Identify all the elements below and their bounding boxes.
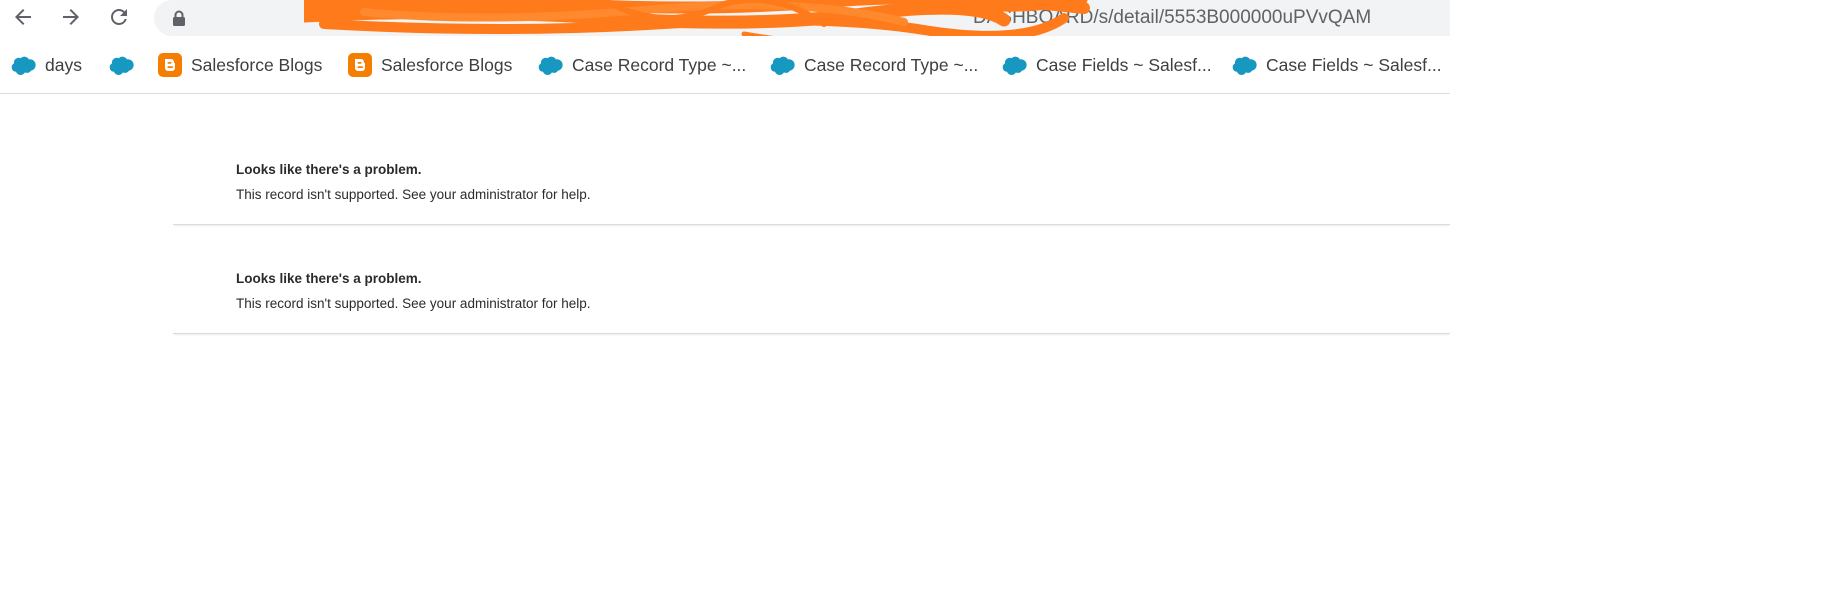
bookmark-label: Case Fields ~ Salesf... <box>1266 54 1442 75</box>
error-title: Looks like there's a problem. <box>236 162 422 177</box>
lock-icon <box>173 10 185 26</box>
url-text[interactable]: DASHBOARD/s/detail/5553B000000uPVvQAM <box>200 0 1371 36</box>
bookmark-item[interactable] <box>108 48 143 82</box>
bookmark-item[interactable]: Case Record Type ~... <box>769 48 978 82</box>
salesforce-cloud-icon <box>10 55 36 75</box>
browser-chrome: DASHBOARD/s/detail/5553B000000uPVvQAM da… <box>0 0 1450 94</box>
bookmark-label: days <box>45 54 82 75</box>
error-card: Looks like there's a problem. This recor… <box>173 239 1450 334</box>
error-title: Looks like there's a problem. <box>236 271 422 286</box>
bookmark-label: Case Record Type ~... <box>572 54 747 75</box>
forward-button[interactable] <box>53 0 89 34</box>
blogger-icon <box>158 53 182 77</box>
back-button[interactable] <box>5 0 41 34</box>
salesforce-cloud-icon <box>108 55 134 75</box>
bookmark-item[interactable]: days <box>10 48 82 82</box>
reload-button[interactable] <box>101 0 137 34</box>
salesforce-cloud-icon <box>769 55 795 75</box>
arrow-left-icon <box>15 9 31 25</box>
salesforce-cloud-icon <box>537 55 563 75</box>
bookmark-label: Salesforce Blogs <box>191 54 323 75</box>
url-visible-tail: DASHBOARD/s/detail/5553B000000uPVvQAM <box>973 7 1372 28</box>
bookmarks-bar: days Salesforce Blogs Salesforce Blogs C… <box>0 48 1450 82</box>
bookmark-label: Case Record Type ~... <box>804 54 979 75</box>
blogger-icon <box>348 53 372 77</box>
bookmark-item[interactable]: Case Fields ~ Salesf... <box>1231 48 1442 82</box>
bookmark-item[interactable]: Case Fields ~ Salesf... <box>1001 48 1212 82</box>
salesforce-cloud-icon <box>1001 55 1027 75</box>
bookmark-item[interactable]: Case Record Type ~... <box>537 48 746 82</box>
error-message: This record isn't supported. See your ad… <box>236 187 591 202</box>
bookmark-label: Case Fields ~ Salesf... <box>1036 54 1212 75</box>
bookmark-label: Salesforce Blogs <box>381 54 513 75</box>
bookmark-item[interactable]: Salesforce Blogs <box>348 48 512 82</box>
error-card: Looks like there's a problem. This recor… <box>173 130 1450 225</box>
reload-icon <box>111 8 127 25</box>
bookmark-item[interactable]: Salesforce Blogs <box>158 48 322 82</box>
salesforce-cloud-icon <box>1231 55 1257 75</box>
address-bar[interactable]: DASHBOARD/s/detail/5553B000000uPVvQAM <box>154 0 1450 36</box>
error-message: This record isn't supported. See your ad… <box>236 296 591 311</box>
arrow-right-icon <box>63 9 79 25</box>
